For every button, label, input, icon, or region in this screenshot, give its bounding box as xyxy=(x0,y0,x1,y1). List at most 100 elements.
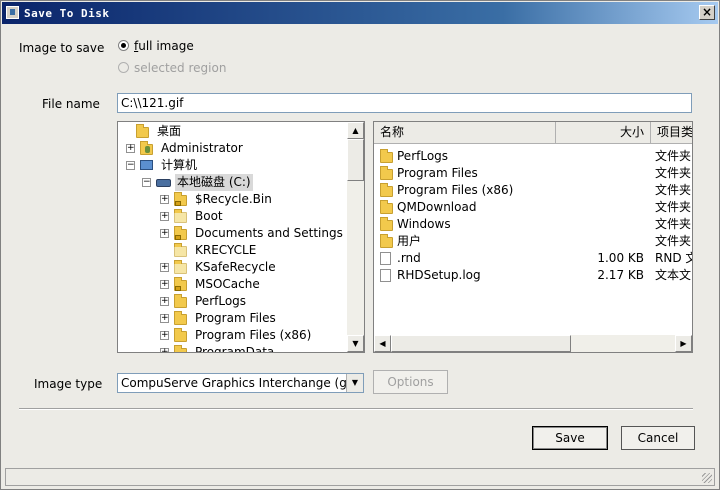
drive-icon xyxy=(156,179,171,187)
full-image-label-rest: ull image xyxy=(138,39,194,53)
tree-item-label: Administrator xyxy=(161,141,243,155)
list-item[interactable]: QMDownload 文件夹 xyxy=(374,199,692,216)
tree-item[interactable]: + KSafeRecycle xyxy=(118,259,348,276)
collapse-icon[interactable]: − xyxy=(126,161,135,170)
full-image-radio[interactable] xyxy=(118,40,129,51)
selected-region-label: selected region xyxy=(134,61,227,75)
close-button[interactable]: × xyxy=(699,5,715,20)
file-size-cell: 2.17 KB xyxy=(597,268,644,282)
tree-item-label: $Recycle.Bin xyxy=(195,192,272,206)
tree-item-label: Documents and Settings xyxy=(195,226,343,240)
selected-region-radio[interactable] xyxy=(118,62,129,73)
status-bar xyxy=(5,468,715,486)
file-type-cell: 文件夹 xyxy=(655,200,692,214)
list-horizontal-scrollbar[interactable]: ◀ ▶ xyxy=(374,335,692,352)
expand-icon[interactable]: + xyxy=(160,331,169,340)
tree-item[interactable]: + ProgramData xyxy=(118,344,348,352)
user-folder-icon xyxy=(140,141,153,155)
image-type-value: CompuServe Graphics Interchange (gif) xyxy=(121,376,360,390)
scroll-right-arrow-icon[interactable]: ▶ xyxy=(675,335,692,352)
expand-icon[interactable]: + xyxy=(160,212,169,221)
file-name-cell: QMDownload xyxy=(397,200,477,214)
file-icon xyxy=(380,252,391,265)
file-name-label: File name xyxy=(42,97,100,111)
image-type-label: Image type xyxy=(34,377,103,391)
folder-icon xyxy=(380,166,393,180)
computer-icon xyxy=(140,160,153,170)
tree-item-label: Boot xyxy=(195,209,223,223)
tree-item-label: KRECYCLE xyxy=(195,243,257,257)
title-bar[interactable]: Save To Disk × xyxy=(2,2,718,24)
expand-icon[interactable]: + xyxy=(160,348,169,352)
list-item[interactable]: PerfLogs 文件夹 xyxy=(374,148,692,165)
tree-item[interactable]: 桌面 xyxy=(118,123,348,140)
list-item[interactable]: Windows 文件夹 xyxy=(374,216,692,233)
app-icon xyxy=(6,6,19,19)
expand-icon[interactable]: + xyxy=(160,195,169,204)
folder-icon xyxy=(174,243,187,257)
list-item[interactable]: RHDSetup.log 2.17 KB 文本文 xyxy=(374,267,692,284)
tree-scroll-thumb[interactable] xyxy=(347,139,364,181)
lock-icon xyxy=(175,286,181,291)
folder-icon xyxy=(174,345,187,352)
tree-item[interactable]: + Boot xyxy=(118,208,348,225)
file-type-cell: 文件夹 xyxy=(655,217,692,231)
options-button[interactable]: Options xyxy=(373,370,448,394)
expand-icon[interactable]: + xyxy=(160,297,169,306)
file-name-input[interactable]: C:\\121.gif xyxy=(117,93,692,113)
tree-item-label: MSOCache xyxy=(195,277,260,291)
folder-icon xyxy=(174,260,187,274)
expand-icon[interactable]: + xyxy=(160,229,169,238)
tree-item[interactable]: + Documents and Settings xyxy=(118,225,348,242)
tree-item-label: Program Files (x86) xyxy=(195,328,312,342)
expand-icon[interactable]: + xyxy=(126,144,135,153)
chevron-down-icon[interactable]: ▼ xyxy=(346,374,363,392)
scroll-up-arrow-icon[interactable]: ▲ xyxy=(347,122,364,139)
resize-grip-icon[interactable] xyxy=(702,473,712,483)
folder-icon xyxy=(380,234,393,248)
tree-item[interactable]: KRECYCLE xyxy=(118,242,348,259)
expand-icon[interactable]: + xyxy=(160,280,169,289)
file-type-cell: RND 文 xyxy=(655,251,692,265)
column-header-size[interactable]: 大小 xyxy=(556,122,651,144)
tree-item-label: 桌面 xyxy=(157,124,182,138)
folder-icon xyxy=(174,209,187,223)
folder-icon xyxy=(174,328,187,342)
tree-item[interactable]: + MSOCache xyxy=(118,276,348,293)
tree-item-label: 本地磁盘 (C:) xyxy=(175,174,253,191)
tree-vertical-scrollbar[interactable]: ▲ ▼ xyxy=(347,122,364,352)
tree-item[interactable]: − 本地磁盘 (C:) xyxy=(118,174,348,191)
full-image-label[interactable]: full image xyxy=(134,39,194,53)
file-name-cell: Windows xyxy=(397,217,451,231)
list-item[interactable]: .rnd 1.00 KB RND 文 xyxy=(374,250,692,267)
folder-icon xyxy=(380,217,393,231)
tree-item[interactable]: + Administrator xyxy=(118,140,348,157)
file-type-cell: 文件夹 xyxy=(655,234,692,248)
lock-icon xyxy=(175,201,181,206)
expand-icon[interactable]: + xyxy=(160,314,169,323)
collapse-icon[interactable]: − xyxy=(142,178,151,187)
column-header-name[interactable]: 名称 xyxy=(374,122,556,144)
scroll-down-arrow-icon[interactable]: ▼ xyxy=(347,335,364,352)
tree-item[interactable]: − 计算机 xyxy=(118,157,348,174)
file-name-cell: 用户 xyxy=(397,234,422,248)
tree-item[interactable]: + $Recycle.Bin xyxy=(118,191,348,208)
lock-icon xyxy=(175,235,181,240)
tree-item[interactable]: + Program Files xyxy=(118,310,348,327)
list-item[interactable]: Program Files 文件夹 xyxy=(374,165,692,182)
cancel-button[interactable]: Cancel xyxy=(621,426,695,450)
image-type-select[interactable]: CompuServe Graphics Interchange (gif) ▼ xyxy=(117,373,364,393)
expand-icon[interactable]: + xyxy=(160,263,169,272)
list-item[interactable]: Program Files (x86) 文件夹 xyxy=(374,182,692,199)
column-header-type[interactable]: 项目类 xyxy=(651,122,692,144)
list-scroll-thumb[interactable] xyxy=(391,335,571,352)
scroll-left-arrow-icon[interactable]: ◀ xyxy=(374,335,391,352)
tree-item[interactable]: + PerfLogs xyxy=(118,293,348,310)
separator xyxy=(19,408,693,410)
file-list[interactable]: 名称 大小 项目类 PerfLogs 文件夹 Program Files 文件夹 Pro… xyxy=(373,121,693,353)
folder-tree[interactable]: 桌面 + Administrator − 计算机 − 本地磁盘 (C:) + $Recycle.… xyxy=(117,121,365,353)
save-button[interactable]: Save xyxy=(532,426,608,450)
list-item[interactable]: 用户 文件夹 xyxy=(374,233,692,250)
tree-item-label: Program Files xyxy=(195,311,276,325)
tree-item[interactable]: + Program Files (x86) xyxy=(118,327,348,344)
